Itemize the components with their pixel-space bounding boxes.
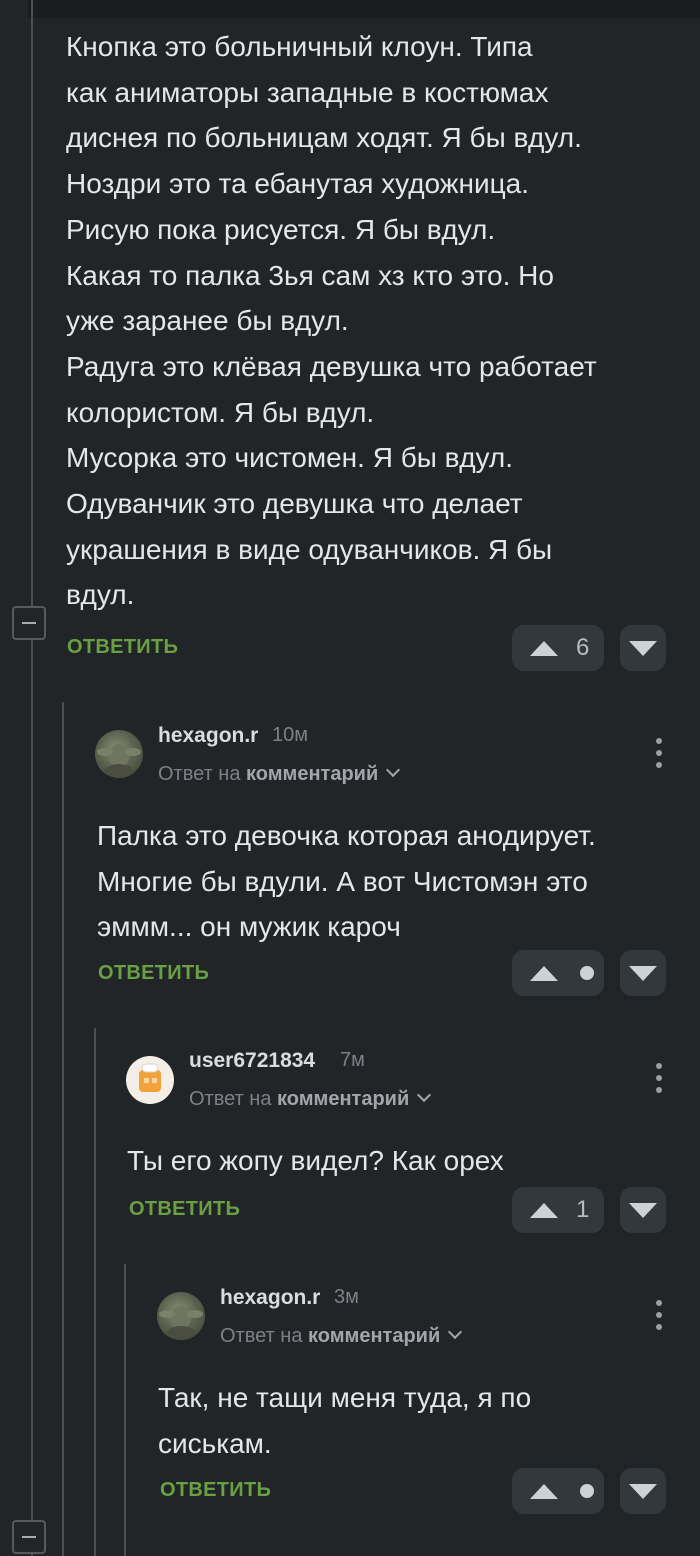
text-line: Какая то палка 3ья сам хз кто это. Но [66,259,554,291]
thread-line-level1 [62,702,64,1556]
reply-to-link[interactable]: Ответ на комментарий [220,1324,463,1348]
text-line: колористом. Я бы вдул. [66,396,375,428]
text-line: уже заранее бы вдул. [66,305,349,337]
reply-target: комментарий [246,763,379,785]
thread-line-level2 [94,1028,96,1556]
chevron-down-icon [386,762,401,778]
text-line: эммм... он мужик кароч [97,911,401,943]
upvote-button[interactable] [512,1468,604,1514]
text-line: Мусорка это чистомен. Я бы вдул. [66,442,514,474]
comment-text: Палка это девочка которая анодирует. Мно… [97,813,596,950]
more-options-icon[interactable] [652,1298,666,1332]
avatar-image [97,744,141,778]
reply-button[interactable]: ОТВЕТИТЬ [98,962,209,985]
triangle-down-icon [629,1203,657,1218]
downvote-button[interactable] [620,950,666,996]
avatar-image [159,1306,203,1340]
text-line: украшения в виде одуванчиков. Я бы [66,533,553,565]
username[interactable]: hexagon.r [158,724,258,748]
upvote-button[interactable]: 1 [512,1187,604,1233]
text-line: Так, не тащи меня туда, я по [158,1382,532,1413]
downvote-button[interactable] [620,1468,666,1514]
reply-prefix: Ответ на [220,1325,303,1347]
reply-target: комментарий [277,1088,410,1110]
more-options-icon[interactable] [652,736,666,770]
text-line: Кнопка это больничный клоун. Типа [66,31,533,62]
reply-target: комментарий [308,1325,441,1347]
thread-line-level3 [124,1264,126,1556]
chevron-down-icon [448,1324,463,1340]
rating-count: 6 [576,634,590,661]
text-line: Рисую пока рисуется. Я бы вдул. [66,213,496,245]
username[interactable]: hexagon.r [220,1286,320,1310]
reply-button[interactable]: ОТВЕТИТЬ [160,1479,271,1502]
triangle-down-icon [629,1484,657,1499]
triangle-down-icon [629,966,657,981]
text-line: Ты его жопу видел? Как орех [127,1145,504,1176]
text-line: Многие бы вдули. А вот Чистомэн это [97,865,588,897]
rating-hidden-dot [580,1484,594,1498]
collapse-thread-icon[interactable] [12,606,46,640]
text-line: Радуга это клёвая девушка что работает [66,350,597,382]
chevron-down-icon [417,1087,432,1103]
triangle-down-icon [629,641,657,656]
text-line: Палка это девочка которая анодирует. [97,820,596,851]
reply-button[interactable]: ОТВЕТИТЬ [67,636,178,659]
reply-to-link[interactable]: Ответ на комментарий [189,1087,432,1111]
comment-text: Так, не тащи меня туда, я по сиськам. [158,1375,531,1466]
triangle-up-icon [530,965,558,981]
text-line: сиськам. [158,1427,272,1459]
avatar-image [139,1063,161,1092]
reply-to-link[interactable]: Ответ на комментарий [158,762,401,786]
timestamp: 3м [334,1286,359,1308]
text-line: как аниматоры западные в костюмах [66,76,549,108]
upvote-button[interactable]: 6 [512,625,604,671]
text-line: диснея по больницам ходят. Я бы вдул. [66,122,582,154]
text-line: Одуванчик это девушка что делает [66,488,523,520]
avatar[interactable] [157,1292,205,1340]
collapse-thread-icon[interactable] [12,1520,46,1554]
comment-text: Ты его жопу видел? Как орех [127,1138,504,1184]
avatar[interactable] [95,730,143,778]
triangle-up-icon [530,1483,558,1499]
top-bar [28,0,700,18]
triangle-up-icon [530,640,558,656]
reply-prefix: Ответ на [158,763,241,785]
triangle-up-icon [530,1202,558,1218]
downvote-button[interactable] [620,1187,666,1233]
timestamp: 10м [272,724,308,746]
downvote-button[interactable] [620,625,666,671]
more-options-icon[interactable] [652,1061,666,1095]
text-line: Ноздри это та ебанутая художница. [66,168,530,200]
timestamp: 7м [340,1049,365,1071]
text-line: вдул. [66,579,135,611]
root-comment-text: Кнопка это больничный клоун. Типа как ан… [66,24,597,618]
reply-button[interactable]: ОТВЕТИТЬ [129,1198,240,1221]
avatar[interactable] [126,1056,174,1104]
rating-count: 1 [576,1196,590,1223]
rating-hidden-dot [580,966,594,980]
reply-prefix: Ответ на [189,1088,272,1110]
username[interactable]: user6721834 [189,1049,315,1073]
thread-line-root [31,0,33,1556]
upvote-button[interactable] [512,950,604,996]
